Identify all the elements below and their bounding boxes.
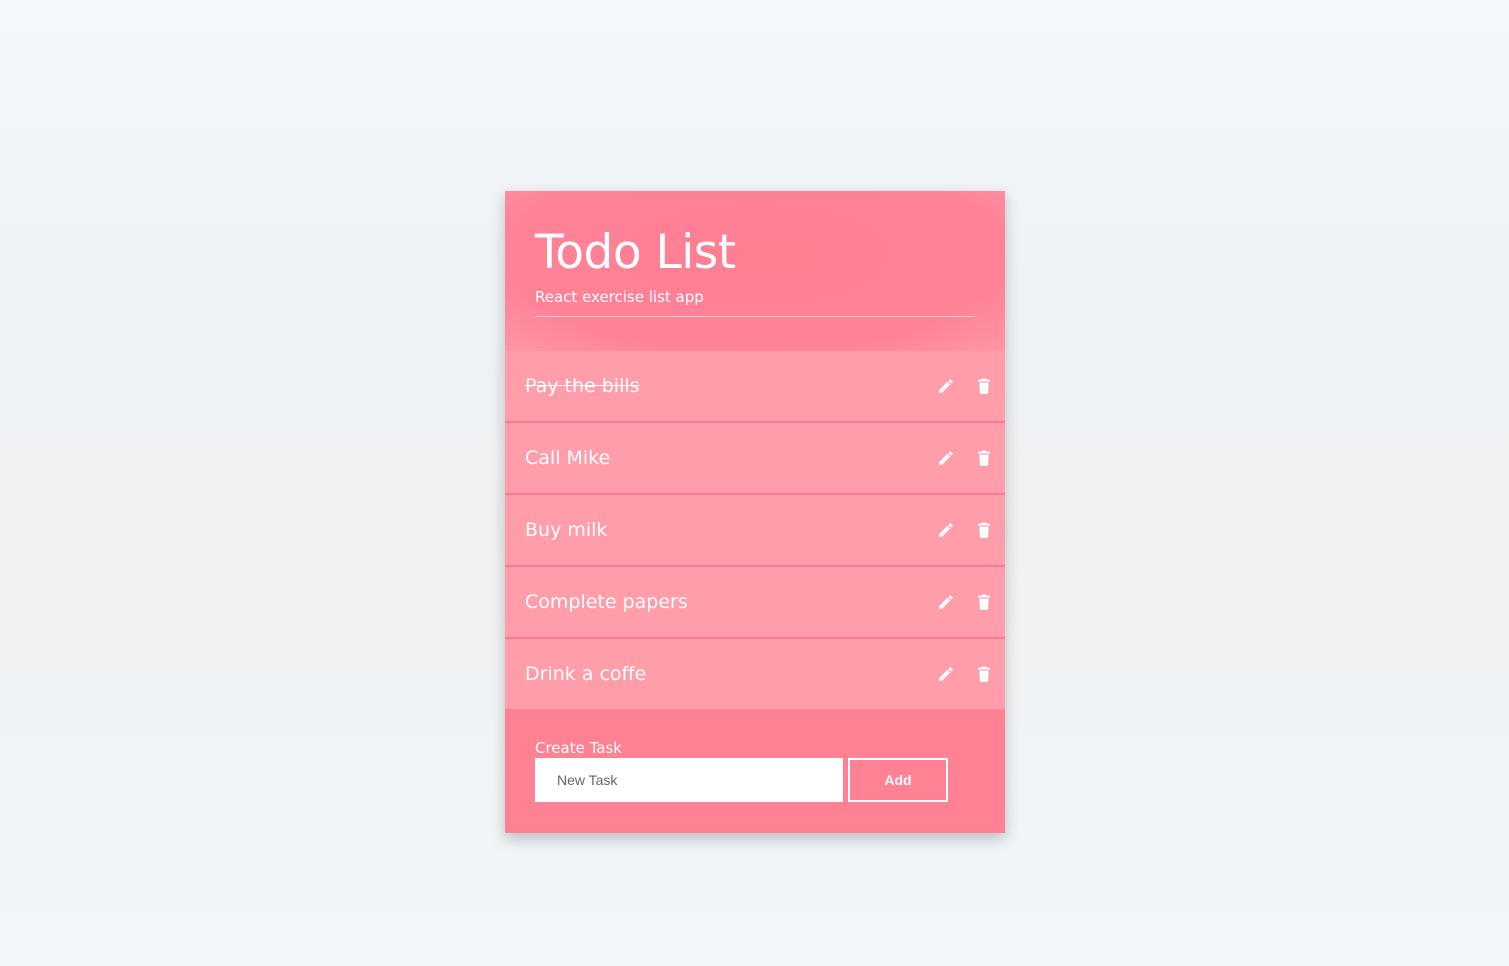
- create-task-form: Create Task Add: [505, 709, 1005, 833]
- delete-task-button[interactable]: [975, 593, 993, 611]
- pencil-icon: [939, 451, 953, 465]
- delete-task-button[interactable]: [975, 521, 993, 539]
- header-divider: [535, 316, 975, 317]
- create-task-label: Create Task: [535, 739, 622, 757]
- todo-item: Call Mike: [505, 423, 1005, 495]
- todo-card: Todo List React exercise list app Pay th…: [505, 191, 1005, 833]
- todo-item-text[interactable]: Call Mike: [525, 445, 610, 471]
- delete-task-button[interactable]: [975, 377, 993, 395]
- card-header: Todo List React exercise list app: [505, 191, 1005, 351]
- page-subtitle: React exercise list app: [535, 288, 704, 306]
- edit-task-button[interactable]: [937, 665, 955, 683]
- todo-item-text[interactable]: Complete papers: [525, 589, 688, 615]
- todo-item-text[interactable]: Pay the bills: [525, 373, 640, 399]
- edit-task-button[interactable]: [937, 593, 955, 611]
- page-title: Todo List: [535, 225, 736, 280]
- todo-item-text[interactable]: Buy milk: [525, 517, 607, 543]
- todo-item: Complete papers: [505, 567, 1005, 639]
- pencil-icon: [939, 379, 953, 393]
- pencil-icon: [939, 595, 953, 609]
- trash-icon: [978, 594, 990, 610]
- add-task-button[interactable]: Add: [848, 758, 948, 802]
- trash-icon: [978, 666, 990, 682]
- edit-task-button[interactable]: [937, 449, 955, 467]
- pencil-icon: [939, 667, 953, 681]
- todo-item: Drink a coffe: [505, 639, 1005, 709]
- trash-icon: [978, 450, 990, 466]
- edit-task-button[interactable]: [937, 377, 955, 395]
- delete-task-button[interactable]: [975, 665, 993, 683]
- todo-list: Pay the bills Call Mike Buy milk Complet…: [505, 351, 1005, 709]
- trash-icon: [978, 522, 990, 538]
- pencil-icon: [939, 523, 953, 537]
- todo-item-text[interactable]: Drink a coffe: [525, 661, 646, 687]
- delete-task-button[interactable]: [975, 449, 993, 467]
- todo-item: Pay the bills: [505, 351, 1005, 423]
- trash-icon: [978, 378, 990, 394]
- new-task-input[interactable]: [535, 758, 843, 802]
- todo-item: Buy milk: [505, 495, 1005, 567]
- edit-task-button[interactable]: [937, 521, 955, 539]
